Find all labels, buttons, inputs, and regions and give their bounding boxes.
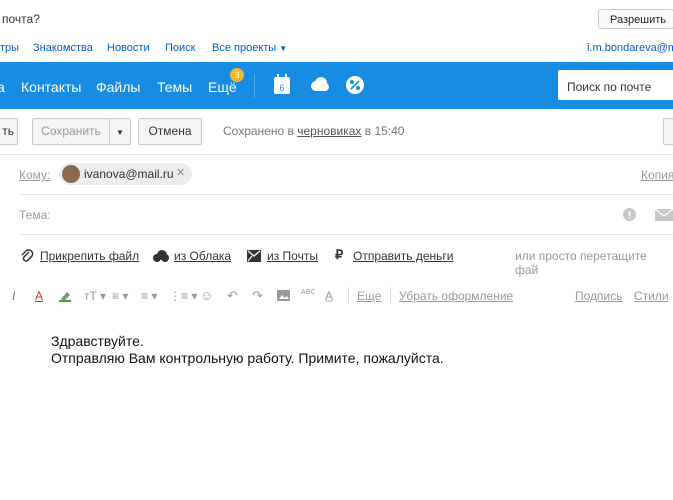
chevron-down-icon: ▼ <box>116 128 124 137</box>
portal-link-dating[interactable]: Знакомства <box>33 42 93 54</box>
subject-label: Тема: <box>19 208 51 222</box>
attach-file-link[interactable]: Прикрепить файл <box>40 249 139 263</box>
divider <box>0 154 673 155</box>
clear-format-link[interactable]: Убрать оформление <box>399 289 513 303</box>
translate-icon[interactable]: A̲ <box>325 289 333 303</box>
to-label[interactable]: Кому: <box>19 168 50 182</box>
align-icon[interactable]: ≡ ▾ <box>112 289 128 303</box>
ruble-icon: ₽ <box>335 247 344 262</box>
save-options-dropdown[interactable]: ▼ <box>109 118 131 145</box>
drag-hint: или просто перетащите фай <box>515 249 647 277</box>
send-money-link[interactable]: Отправить деньги <box>353 249 453 263</box>
font-size-icon[interactable]: тT ▾ <box>84 289 106 303</box>
cloud-icon[interactable] <box>309 77 330 92</box>
portal-link-search[interactable]: Поиск <box>165 42 195 54</box>
body-line: Отправляю Вам контрольную работу. Примит… <box>51 350 444 366</box>
divider <box>19 234 673 235</box>
notification-bar: почта? Разрешить <box>0 0 673 37</box>
calendar-icon[interactable]: 6 <box>274 74 290 94</box>
chevron-down-icon: ▼ <box>279 44 288 53</box>
notification-badge: 3 <box>230 68 244 82</box>
image-icon[interactable] <box>277 290 290 301</box>
avatar <box>62 165 80 183</box>
allow-button[interactable]: Разрешить <box>598 9 673 29</box>
portal-link-all-projects[interactable]: Все проекты ▼ <box>212 42 287 54</box>
copy-link[interactable]: Копия <box>641 168 673 182</box>
envelope-icon[interactable] <box>655 209 673 221</box>
compose-toolbar: ть Сохранить ▼ Отмена Сохранено в чернов… <box>0 109 673 154</box>
nav-item-files[interactable]: Файлы <box>96 79 140 95</box>
more-format-link[interactable]: Еще <box>357 289 381 303</box>
highlight-icon[interactable] <box>59 290 71 302</box>
cloud-icon <box>153 250 169 262</box>
discount-icon[interactable] <box>345 75 365 95</box>
svg-text:6: 6 <box>279 83 284 93</box>
subject-input[interactable] <box>70 200 610 228</box>
main-nav: а Контакты Файлы Темы Ещё 6 Поиск по поч… <box>0 62 673 109</box>
toolbar-right-button[interactable] <box>663 118 673 145</box>
nav-item-contacts[interactable]: Контакты <box>21 79 81 95</box>
portal-link-games[interactable]: тры <box>0 42 19 54</box>
from-cloud-link[interactable]: из Облака <box>174 249 231 263</box>
styles-link[interactable]: Стили <box>634 289 669 303</box>
search-input[interactable]: Поиск по почте <box>558 70 673 100</box>
undo-icon[interactable]: ↶ <box>227 288 238 304</box>
nav-separator <box>254 74 255 98</box>
drafts-link[interactable]: черновиках <box>297 124 361 138</box>
redo-icon[interactable]: ↷ <box>252 288 263 304</box>
nav-item-more[interactable]: Ещё <box>208 79 237 95</box>
notification-text: почта? <box>2 12 40 26</box>
indent-icon[interactable]: ≡ ▾ <box>141 289 157 303</box>
nav-item-mail[interactable]: а <box>0 79 5 95</box>
cancel-button[interactable]: Отмена <box>138 118 202 145</box>
list-icon[interactable]: ⋮≡ ▾ <box>169 289 197 303</box>
save-button[interactable]: Сохранить <box>32 118 110 145</box>
format-separator <box>348 287 349 303</box>
nav-item-themes[interactable]: Темы <box>157 79 192 95</box>
close-icon[interactable]: ✕ <box>176 166 185 179</box>
user-email[interactable]: i.m.bondareva@m <box>587 42 673 54</box>
mail-icon <box>247 250 261 262</box>
italic-icon[interactable]: I <box>12 289 15 303</box>
signature-link[interactable]: Подпись <box>575 289 623 303</box>
priority-icon[interactable] <box>623 208 636 221</box>
spellcheck-icon[interactable]: ABC <box>301 289 315 296</box>
recipient-email: ivanova@mail.ru <box>84 167 174 181</box>
divider <box>19 194 673 195</box>
paperclip-icon <box>21 249 34 262</box>
portal-link-news[interactable]: Новости <box>107 42 150 54</box>
body-line: Здравствуйте. <box>51 333 144 349</box>
portal-menu: тры Знакомства Новости Поиск Все проекты… <box>0 36 673 62</box>
text-color-icon[interactable]: A <box>35 289 43 303</box>
saved-status: Сохранено в черновиках в 15:40 <box>223 124 405 138</box>
emoji-icon[interactable]: ☺ <box>200 288 213 303</box>
recipient-chip[interactable]: ivanova@mail.ru ✕ <box>59 163 192 185</box>
from-mail-link[interactable]: из Почты <box>267 249 318 263</box>
format-separator <box>390 287 391 303</box>
send-button[interactable]: ть <box>0 118 18 145</box>
message-body[interactable]: Здравствуйте. Отправляю Вам контрольную … <box>51 333 444 367</box>
